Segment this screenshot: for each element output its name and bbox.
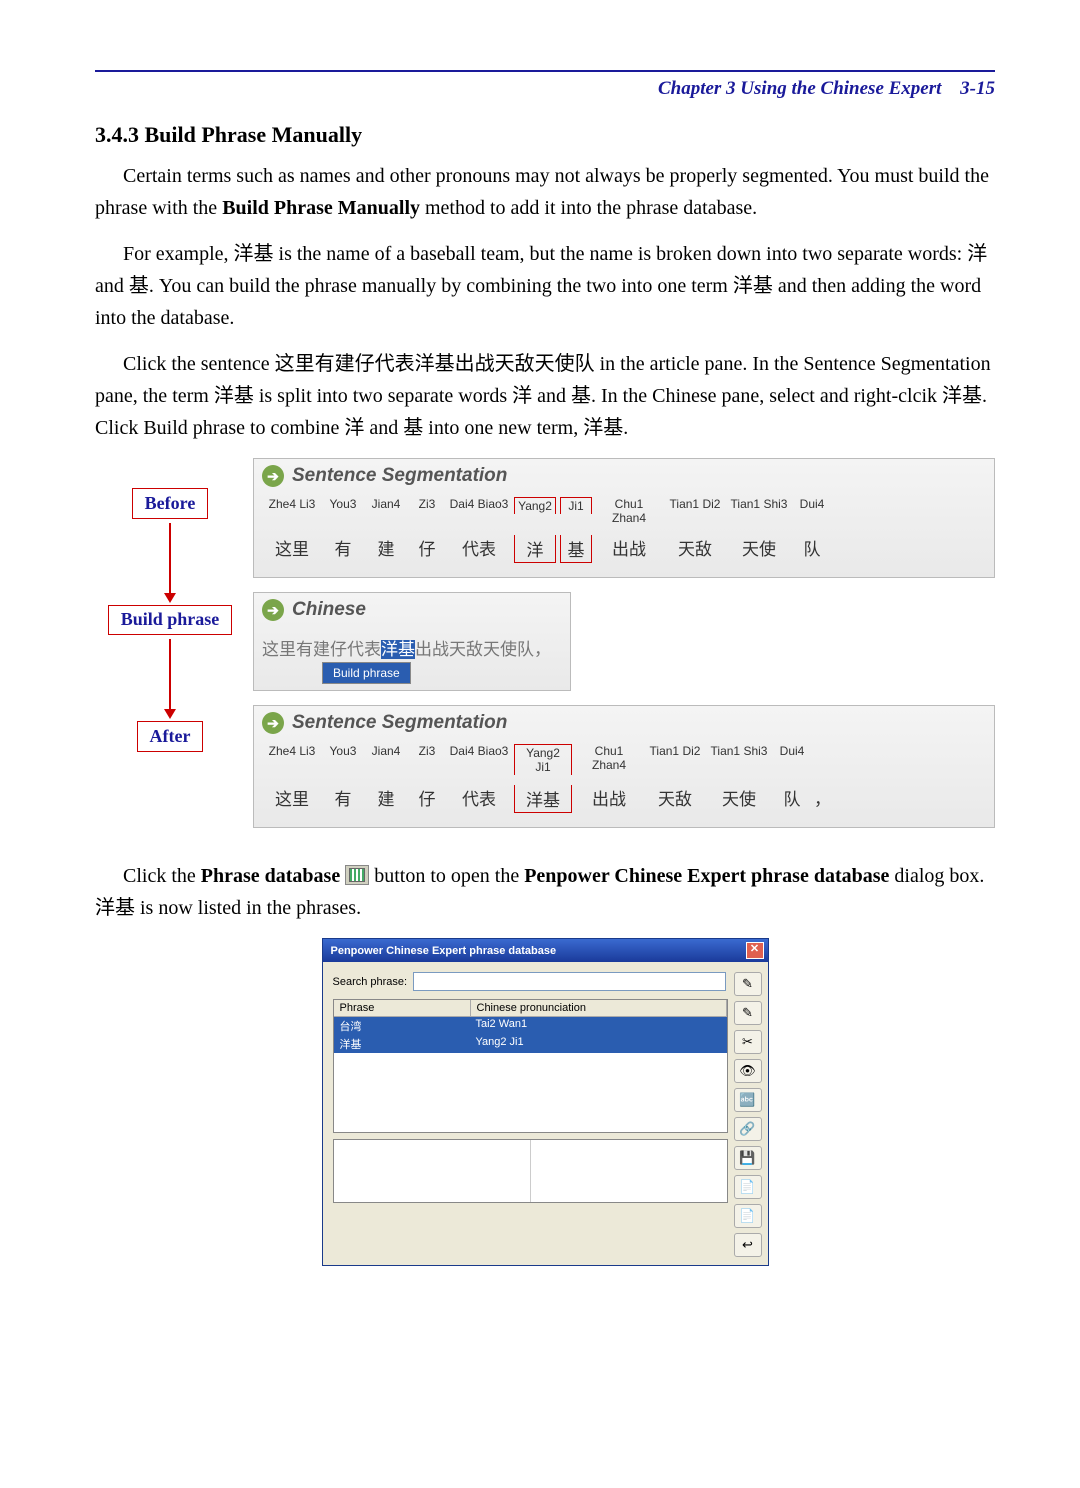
- paragraph-3: Click the sentence 这里有建仔代表洋基出战天敌天使队 in t…: [95, 348, 995, 444]
- hanzi-cell[interactable]: 队: [792, 527, 832, 565]
- pinyin-cell: Tian1 Shi3: [726, 495, 792, 527]
- paragraph-4: Click the Phrase database button to open…: [95, 860, 995, 924]
- flow-before-box: Before: [132, 488, 209, 519]
- pinyin-cell: Tian1 Di2: [664, 495, 726, 527]
- hanzi-cell[interactable]: 队: [772, 777, 812, 815]
- hanzi-cell[interactable]: 建: [364, 527, 408, 565]
- pinyin-cell: Tian1 Di2: [644, 742, 706, 777]
- phrase-database-icon: [345, 865, 369, 885]
- build-phrase-menu-item[interactable]: Build phrase: [322, 662, 411, 684]
- pinyin-cell: Zhe4 Li3: [262, 742, 322, 777]
- pinyin-cell: Jian4: [364, 495, 408, 527]
- chinese-panel: ➔ Chinese 这里有建仔代表洋基出战天敌天使队， Build phrase: [253, 592, 571, 691]
- hanzi-cell[interactable]: 仔: [408, 527, 446, 565]
- pinyin-cell: You3: [322, 742, 364, 777]
- flow-build-box: Build phrase: [108, 605, 233, 635]
- hanzi-cell[interactable]: 天使: [706, 777, 772, 815]
- close-icon[interactable]: ✕: [746, 942, 764, 959]
- hanzi-cell[interactable]: 有: [322, 777, 364, 815]
- pinyin-cell: Yang2: [512, 495, 558, 527]
- detail-panel: [333, 1139, 728, 1203]
- hanzi-cell[interactable]: ，: [812, 777, 830, 815]
- table-row[interactable]: 洋基Yang2 Ji1: [334, 1035, 727, 1053]
- toolbar-button[interactable]: ✎: [734, 972, 762, 996]
- selected-text[interactable]: 洋基: [381, 640, 415, 659]
- toolbar-button[interactable]: 📄: [734, 1204, 762, 1228]
- pinyin-cell: [812, 742, 830, 777]
- pinyin-cell: Dai4 Biao3: [446, 742, 512, 777]
- toolbar-button[interactable]: ↩: [734, 1233, 762, 1257]
- phrase-database-dialog: Penpower Chinese Expert phrase database …: [322, 938, 769, 1266]
- hanzi-cell[interactable]: 出战: [594, 527, 664, 565]
- hanzi-cell[interactable]: 这里: [262, 527, 322, 565]
- hanzi-cell[interactable]: 仔: [408, 777, 446, 815]
- flow-arrow-icon: [169, 639, 171, 717]
- toolbar-button[interactable]: 💾: [734, 1146, 762, 1170]
- pinyin-cell: Zhe4 Li3: [262, 495, 322, 527]
- search-input[interactable]: [413, 972, 725, 991]
- pinyin-cell: Chu1 Zhan4: [594, 495, 664, 527]
- hanzi-cell[interactable]: 代表: [446, 527, 512, 565]
- pinyin-cell: Zi3: [408, 495, 446, 527]
- segmentation-panel-after: ➔ Sentence Segmentation Zhe4 Li3You3Jian…: [253, 705, 995, 828]
- pinyin-cell: Jian4: [364, 742, 408, 777]
- arrow-right-icon: ➔: [262, 465, 284, 487]
- toolbar-button[interactable]: ✎: [734, 1001, 762, 1025]
- hanzi-cell[interactable]: 天使: [726, 527, 792, 565]
- pinyin-cell: Tian1 Shi3: [706, 742, 772, 777]
- flow-arrow-icon: [169, 523, 171, 601]
- page-number: 3-15: [960, 78, 995, 99]
- hanzi-cell[interactable]: 天敌: [644, 777, 706, 815]
- page-header: Chapter 3 Using the Chinese Expert 3-15: [95, 78, 995, 100]
- section-heading: 3.4.3 Build Phrase Manually: [95, 122, 995, 148]
- arrow-right-icon: ➔: [262, 712, 284, 734]
- pinyin-cell: Chu1 Zhan4: [574, 742, 644, 777]
- paragraph-2: For example, 洋基 is the name of a basebal…: [95, 238, 995, 334]
- hanzi-cell[interactable]: 洋: [512, 527, 558, 565]
- chapter-title: Chapter 3 Using the Chinese Expert: [658, 78, 941, 99]
- hanzi-cell[interactable]: 建: [364, 777, 408, 815]
- search-label: Search phrase:: [333, 976, 408, 988]
- flow-after-box: After: [137, 721, 204, 752]
- dialog-title: Penpower Chinese Expert phrase database: [331, 945, 557, 957]
- pinyin-cell: Ji1: [558, 495, 594, 527]
- toolbar-button[interactable]: 👁: [734, 1059, 762, 1083]
- table-row[interactable]: 台湾Tai2 Wan1: [334, 1017, 727, 1035]
- phrase-table: Phrase Chinese pronunciation 台湾Tai2 Wan1…: [333, 999, 728, 1133]
- pinyin-cell: Zi3: [408, 742, 446, 777]
- chinese-sentence[interactable]: 这里有建仔代表洋基出战天敌天使队，: [262, 629, 562, 662]
- pinyin-cell: Yang2 Ji1: [512, 742, 574, 777]
- segmentation-panel-before: ➔ Sentence Segmentation Zhe4 Li3You3Jian…: [253, 458, 995, 578]
- toolbar-button[interactable]: ✂: [734, 1030, 762, 1054]
- hanzi-cell[interactable]: 天敌: [664, 527, 726, 565]
- pinyin-cell: Dui4: [792, 495, 832, 527]
- hanzi-cell[interactable]: 这里: [262, 777, 322, 815]
- paragraph-1: Certain terms such as names and other pr…: [95, 160, 995, 224]
- example-figure: Before Build phrase After ➔ Sentence Seg…: [95, 458, 995, 842]
- hanzi-cell[interactable]: 有: [322, 527, 364, 565]
- arrow-right-icon: ➔: [262, 599, 284, 621]
- hanzi-cell[interactable]: 基: [558, 527, 594, 565]
- col-pronunciation[interactable]: Chinese pronunciation: [471, 1000, 727, 1016]
- pinyin-cell: You3: [322, 495, 364, 527]
- toolbar-button[interactable]: 🔤: [734, 1088, 762, 1112]
- col-phrase[interactable]: Phrase: [334, 1000, 471, 1016]
- toolbar-button[interactable]: 🔗: [734, 1117, 762, 1141]
- toolbar-button[interactable]: 📄: [734, 1175, 762, 1199]
- hanzi-cell[interactable]: 代表: [446, 777, 512, 815]
- hanzi-cell[interactable]: 出战: [574, 777, 644, 815]
- hanzi-cell[interactable]: 洋基: [512, 777, 574, 815]
- chinese-title: Chinese: [292, 599, 366, 621]
- seg-title: Sentence Segmentation: [292, 465, 507, 487]
- pinyin-cell: Dui4: [772, 742, 812, 777]
- seg-title: Sentence Segmentation: [292, 712, 507, 734]
- pinyin-cell: Dai4 Biao3: [446, 495, 512, 527]
